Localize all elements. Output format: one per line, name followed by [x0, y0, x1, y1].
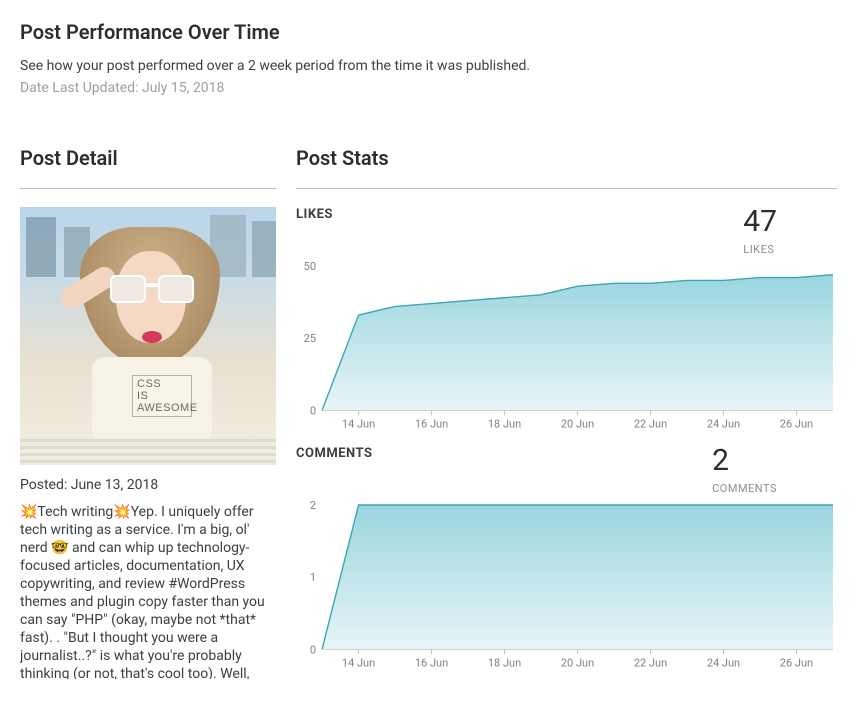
x-tick-label: 14 Jun [342, 657, 375, 670]
comments-sublabel: COMMENTS [712, 482, 777, 495]
likes-block: LIKES 47 LIKES 0 25 50 14 Jun 16 Jun 18 Jun 2… [296, 207, 837, 434]
x-tick-label: 14 Jun [342, 417, 375, 430]
comments-block: COMMENTS 2 COMMENTS 0 1 2 14 Jun 16 Jun 18 J… [296, 446, 837, 673]
post-caption: 💥Tech writing💥Yep. I uniquely offer tech… [20, 503, 276, 679]
comments-chart[interactable]: 0 1 2 14 Jun 16 Jun 18 Jun 20 Jun 22 Jun 24 Jun… [296, 499, 837, 673]
css-is-awesome-box: CSS IS AWESOME [132, 375, 192, 417]
x-tick-label: 26 Jun [780, 657, 813, 670]
last-updated: Date Last Updated: July 15, 2018 [20, 80, 837, 96]
post-stats-heading: Post Stats [296, 146, 837, 189]
css-box-line: CSS [137, 378, 187, 390]
x-tick-label: 16 Jun [415, 417, 448, 430]
css-box-line: IS [137, 390, 187, 402]
page-subtitle: See how your post performed over a 2 wee… [20, 58, 837, 74]
x-tick-label: 20 Jun [561, 657, 594, 670]
y-tick-label: 1 [310, 571, 316, 584]
thumb-stripes [20, 439, 276, 465]
x-tick-label: 16 Jun [415, 657, 448, 670]
x-tick-label: 18 Jun [488, 657, 521, 670]
comments-title: COMMENTS [296, 446, 373, 461]
css-box-line: AWESOME [137, 402, 187, 414]
page-title: Post Performance Over Time [20, 20, 837, 44]
y-tick-label: 25 [304, 332, 316, 345]
x-tick-label: 20 Jun [561, 417, 594, 430]
area-chart[interactable]: 0 1 2 14 Jun 16 Jun 18 Jun 20 Jun 22 Jun 24 Jun… [296, 499, 837, 673]
sunglasses-icon [110, 275, 194, 305]
likes-title: LIKES [296, 207, 333, 222]
y-tick-label: 0 [310, 404, 316, 417]
y-tick-label: 50 [304, 260, 316, 273]
x-tick-label: 22 Jun [634, 657, 667, 670]
y-tick-label: 0 [310, 644, 316, 657]
likes-sublabel: LIKES [743, 243, 777, 256]
last-updated-label: Date Last Updated: [20, 80, 142, 96]
last-updated-value: July 15, 2018 [142, 80, 224, 96]
posted-label: Posted: [20, 477, 71, 493]
post-detail-heading: Post Detail [20, 146, 276, 189]
x-tick-label: 22 Jun [634, 417, 667, 430]
y-tick-label: 2 [310, 499, 316, 512]
x-tick-label: 24 Jun [707, 657, 740, 670]
likes-value: 47 [743, 207, 777, 237]
x-tick-label: 18 Jun [488, 417, 521, 430]
posted-line: Posted: June 13, 2018 [20, 477, 276, 493]
area-chart[interactable]: 0 25 50 14 Jun 16 Jun 18 Jun 20 Jun 22 Jun 24 J… [296, 260, 837, 434]
x-tick-label: 24 Jun [707, 417, 740, 430]
comments-value: 2 [712, 446, 777, 476]
post-thumbnail[interactable]: CSS IS AWESOME [20, 207, 276, 465]
likes-chart[interactable]: 0 25 50 14 Jun 16 Jun 18 Jun 20 Jun 22 Jun 24 J… [296, 260, 837, 434]
thumb-lips [142, 331, 162, 343]
posted-date: June 13, 2018 [71, 477, 159, 493]
x-tick-label: 26 Jun [780, 417, 813, 430]
